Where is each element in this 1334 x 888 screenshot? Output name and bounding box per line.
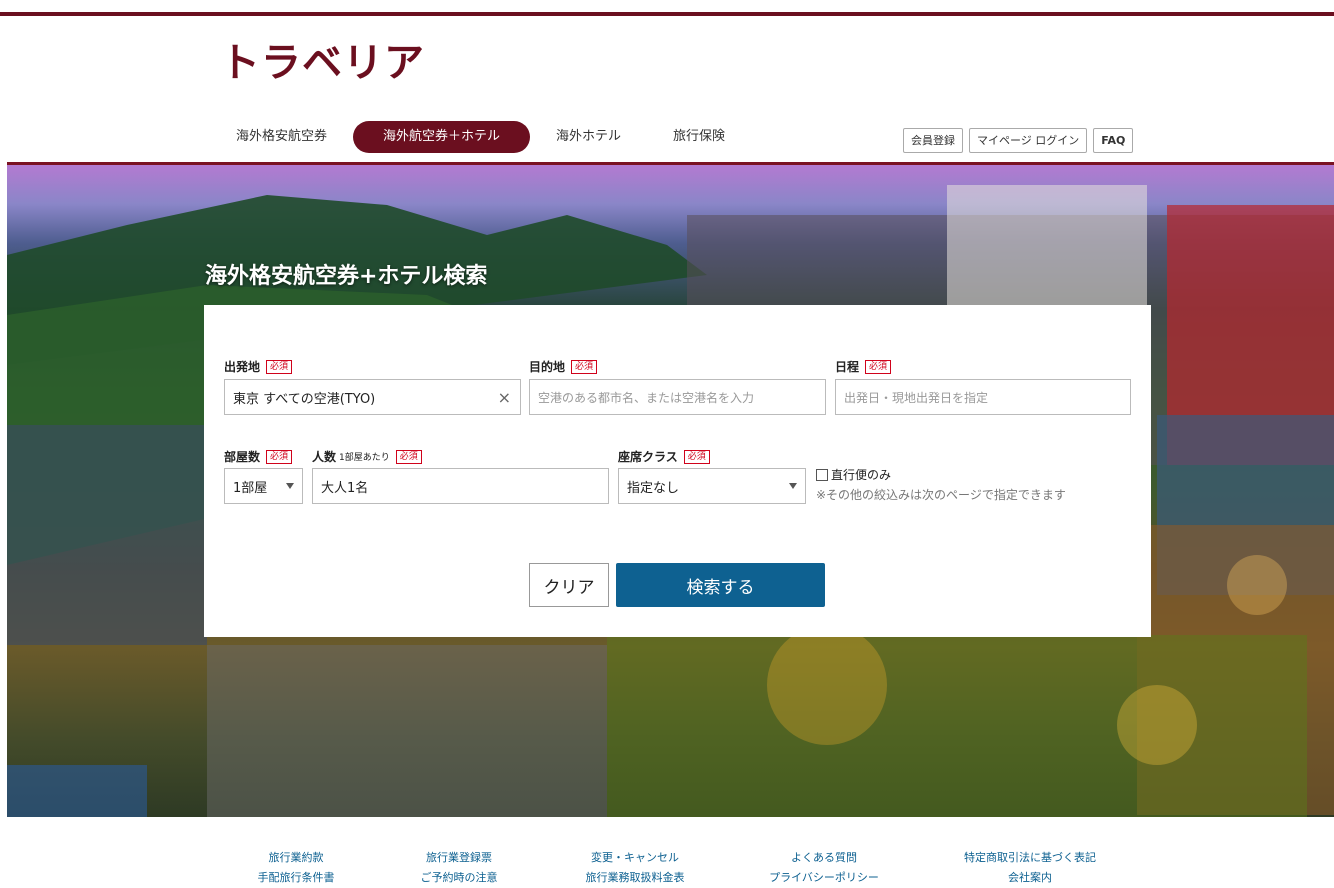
search-button[interactable]: 検索する — [616, 563, 825, 607]
required-badge: 必須 — [683, 449, 710, 464]
tab-hotels[interactable]: 海外ホテル — [540, 121, 643, 153]
people-label: 人数 — [312, 450, 337, 464]
origin-value: 東京 すべての空港(TYO) — [233, 391, 376, 407]
hero-title: 海外格安航空券+ホテル検索 — [205, 264, 488, 289]
dates-label: 日程 — [835, 360, 860, 374]
dates-label-group: 日程 必須 — [835, 358, 892, 375]
mypage-login-button[interactable]: マイページ ログイン — [969, 128, 1088, 153]
required-badge: 必須 — [266, 449, 293, 464]
origin-label: 出発地 — [224, 360, 261, 374]
destination-input[interactable]: 空港のある都市名、または空港名を入力 — [529, 379, 826, 415]
chevron-down-icon — [286, 483, 294, 489]
people-value: 大人1名 — [321, 480, 369, 496]
seat-class-label-group: 座席クラス 必須 — [618, 448, 710, 465]
rooms-select[interactable]: 1部屋 — [224, 468, 303, 504]
tab-flights[interactable]: 海外格安航空券 — [220, 121, 343, 153]
required-badge: 必須 — [266, 359, 293, 374]
checkbox-icon[interactable] — [816, 468, 828, 481]
footer-link[interactable]: プライバシーポリシー — [757, 868, 891, 888]
nonstop-label: 直行便のみ — [831, 468, 892, 482]
nonstop-checkbox[interactable]: 直行便のみ — [816, 466, 891, 483]
origin-label-group: 出発地 必須 — [224, 358, 293, 375]
tab-flights-hotel[interactable]: 海外航空券＋ホテル — [353, 121, 531, 153]
register-button[interactable]: 会員登録 — [903, 128, 963, 153]
chevron-down-icon — [789, 483, 797, 489]
destination-label: 目的地 — [529, 360, 566, 374]
dates-input[interactable]: 出発日・現地出発日を指定 — [835, 379, 1131, 415]
account-links: 会員登録 マイページ ログイン FAQ — [903, 128, 1134, 153]
footer-link[interactable]: 旅行業登録票 — [404, 848, 514, 868]
rooms-value: 1部屋 — [233, 480, 268, 496]
footer-link[interactable]: 変更・キャンセル — [573, 848, 697, 868]
filter-note: ※その他の絞込みは次のページで指定できます — [816, 488, 1066, 502]
footer-col-1: 旅行業約款 手配旅行条件書 — [246, 848, 346, 888]
people-label-group: 人数 1部屋あたり 必須 — [312, 448, 422, 465]
required-badge: 必須 — [865, 359, 892, 374]
footer-col-5: 特定商取引法に基づく表記 会社案内 — [950, 848, 1110, 888]
footer-link[interactable]: 旅行業約款 — [246, 848, 346, 868]
seat-class-label: 座席クラス — [618, 450, 678, 464]
footer-col-3: 変更・キャンセル 旅行業務取扱料金表 — [573, 848, 697, 888]
seat-class-select[interactable]: 指定なし — [618, 468, 806, 504]
faq-button[interactable]: FAQ — [1093, 128, 1134, 153]
close-icon[interactable]: × — [498, 388, 511, 407]
footer-link[interactable]: 手配旅行条件書 — [246, 868, 346, 888]
rooms-label: 部屋数 — [224, 450, 261, 464]
footer-link[interactable]: 会社案内 — [950, 868, 1110, 888]
required-badge: 必須 — [395, 449, 422, 464]
required-badge: 必須 — [571, 359, 598, 374]
footer-col-4: よくある質問 プライバシーポリシー — [757, 848, 891, 888]
people-input[interactable]: 大人1名 — [312, 468, 609, 504]
main-nav: 海外格安航空券 海外航空券＋ホテル 海外ホテル 旅行保険 — [220, 121, 741, 153]
footer-link[interactable]: ご予約時の注意 — [404, 868, 514, 888]
clear-button[interactable]: クリア — [529, 563, 609, 607]
tab-insurance[interactable]: 旅行保険 — [643, 121, 741, 153]
seat-class-value: 指定なし — [627, 480, 680, 496]
footer-link[interactable]: よくある質問 — [757, 848, 891, 868]
top-accent-bar — [0, 12, 1334, 16]
footer-link[interactable]: 特定商取引法に基づく表記 — [950, 848, 1110, 868]
footer-col-2: 旅行業登録票 ご予約時の注意 — [404, 848, 514, 888]
destination-label-group: 目的地 必須 — [529, 358, 598, 375]
destination-placeholder: 空港のある都市名、または空港名を入力 — [538, 390, 755, 405]
rooms-label-group: 部屋数 必須 — [224, 448, 293, 465]
origin-input[interactable]: 東京 すべての空港(TYO) × — [224, 379, 521, 415]
site-logo[interactable]: トラベリア — [220, 30, 425, 88]
people-sublabel: 1部屋あたり — [339, 453, 390, 463]
search-panel: 出発地 必須 目的地 必須 日程 必須 東京 すべての空港(TYO) × 空港の… — [204, 305, 1151, 637]
footer-link[interactable]: 旅行業務取扱料金表 — [573, 868, 697, 888]
dates-placeholder: 出発日・現地出発日を指定 — [844, 390, 989, 405]
